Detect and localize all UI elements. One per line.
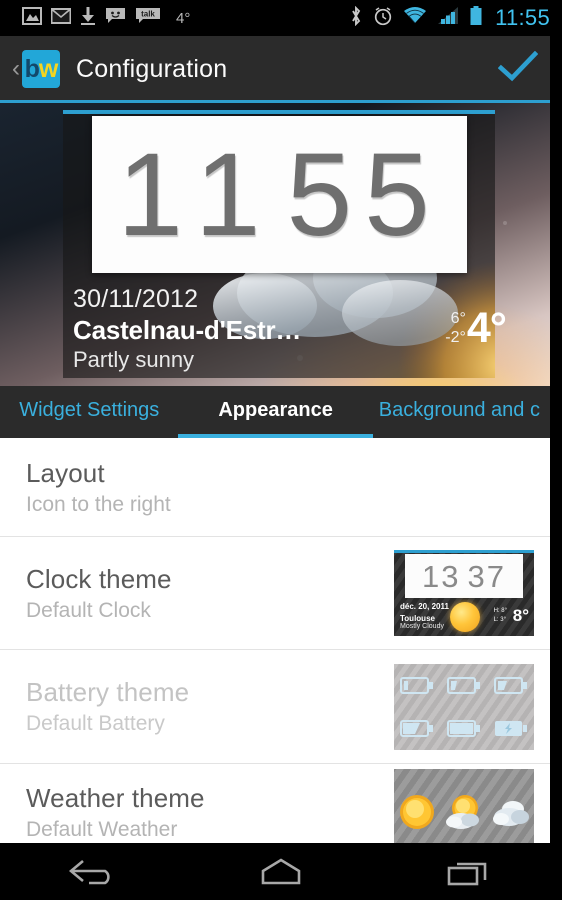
thumb-clock-minute: 37 [467, 558, 506, 594]
battery-icon [469, 5, 483, 31]
layout-subtitle: Icon to the right [26, 492, 171, 516]
battery-theme-text: Battery theme Default Battery [26, 677, 394, 736]
thumb-high-value: 8° [501, 608, 507, 614]
home-icon [261, 857, 301, 884]
battery-theme-title: Battery theme [26, 677, 190, 707]
signal-icon [437, 6, 459, 30]
status-bar-system: 11:55 [349, 5, 562, 31]
thumb-low-label: L: [493, 617, 499, 623]
battery-full-icon [446, 719, 480, 737]
widget-temp-high: 6° [450, 310, 466, 328]
app-logo-w: w [38, 54, 58, 83]
thumb-current-temp: 8° [512, 606, 529, 625]
battery-high-icon [400, 719, 434, 737]
thumb-low-value: 3° [500, 617, 507, 623]
status-clock: 11:55 [495, 5, 550, 30]
tab-widget-settings[interactable]: Widget Settings [0, 386, 178, 438]
clock-hour-ones: 1 [194, 128, 273, 261]
thumb-date: déc. 20, 2011 [400, 602, 449, 611]
thumb-high-label: H: [493, 608, 500, 614]
gmail-icon [51, 7, 71, 29]
clock-theme-subtitle: Default Clock [26, 598, 151, 622]
page-title: Configuration [76, 54, 228, 83]
partly-cloudy-icon [445, 795, 479, 829]
app-logo-icon[interactable]: bw [22, 50, 60, 88]
thumb-condition: Mostly Cloudy [400, 623, 444, 630]
settings-list[interactable]: Layout Icon to the right Clock theme Def… [0, 438, 550, 843]
cloudy-icon [492, 801, 529, 826]
widget-accent-line [63, 110, 495, 114]
clock-theme-title: Clock theme [26, 563, 172, 594]
system-nav-bar [0, 843, 562, 900]
talk-icon: talk [135, 7, 161, 29]
widget-location: Castelnau-d'Estr… [73, 315, 302, 345]
battery-icon-grid [394, 664, 534, 750]
widget-date: 30/11/2012 [73, 285, 199, 313]
svg-text:talk: talk [141, 10, 155, 19]
widget-clock-digits: 1155 [117, 136, 442, 254]
layout-title: Layout [26, 457, 105, 488]
recents-icon [448, 862, 487, 885]
action-bar: ‹ bw Configuration [0, 36, 562, 102]
weather-theme-title: Weather theme [26, 782, 205, 813]
weather-theme-text: Weather theme Default Weather [26, 783, 394, 842]
battery-medium-icon [493, 676, 527, 694]
clock-theme-text: Clock theme Default Clock [26, 564, 394, 623]
bluetooth-icon [349, 5, 363, 31]
widget-clock-card: 1155 [92, 116, 467, 273]
list-item-weather-theme[interactable]: Weather theme Default Weather [0, 764, 550, 843]
thumb-sun-icon [450, 602, 480, 632]
clock-minute-ones: 5 [364, 128, 442, 261]
widget-high-low: 6° -2° [445, 310, 466, 347]
battery-charging-icon [494, 720, 527, 736]
thumb-clock-card: 13 37 [405, 554, 523, 598]
list-item-layout[interactable]: Layout Icon to the right [0, 438, 550, 537]
back-icon [68, 859, 110, 884]
clock-theme-thumbnail[interactable]: 13 37 déc. 20, 2011 Toulouse Mostly Cloud… [394, 550, 534, 636]
clock-minute-tens: 5 [286, 128, 365, 261]
gallery-icon [22, 6, 42, 30]
tab-background-and-colors[interactable]: Background and c [373, 386, 550, 438]
list-item-battery-theme[interactable]: Battery theme Default Battery [0, 650, 550, 764]
battery-low-icon [446, 676, 480, 694]
weather-theme-thumbnail[interactable] [394, 769, 534, 843]
status-bar: talk 4° 11:55 [0, 0, 562, 36]
sunny-icon [400, 795, 435, 829]
widget-weather-text: 30/11/2012 Castelnau-d'Estr… Partly sunn… [73, 285, 301, 373]
widget-temperatures: 6° -2° 4° [445, 304, 507, 352]
widget-condition: Partly sunny [73, 347, 195, 372]
tab-bar: Widget Settings Appearance Background an… [0, 386, 550, 438]
screen-right-gutter [550, 36, 562, 843]
nav-home-button[interactable] [226, 843, 336, 900]
thumb-high-low: H: 8° L: 3° [494, 607, 507, 625]
thumb-city: Toulouse [400, 614, 435, 623]
battery-empty-icon [400, 676, 434, 694]
weather-icon-row [394, 769, 534, 843]
layout-text: Layout Icon to the right [26, 458, 534, 517]
status-temperature: 4° [176, 9, 191, 27]
messaging-icon [105, 7, 126, 29]
status-bar-notifications: talk 4° [0, 6, 191, 30]
thumb-accent-line [394, 550, 534, 553]
widget-temp-current: 4° [466, 304, 507, 352]
wifi-icon [403, 6, 427, 30]
list-item-clock-theme[interactable]: Clock theme Default Clock 13 37 déc. 20, … [0, 537, 550, 650]
app-logo-b: b [24, 54, 40, 83]
battery-theme-thumbnail[interactable] [394, 663, 534, 750]
nav-recents-button[interactable] [413, 843, 523, 900]
clock-hour-tens: 1 [117, 128, 195, 261]
tab-appearance[interactable]: Appearance [178, 386, 373, 438]
android-screen: talk 4° 11:55 ‹ bw Configuration 1 1 5 5… [0, 0, 562, 900]
thumb-clock-digits: 13 37 [422, 561, 506, 592]
nav-back-button[interactable] [39, 843, 149, 900]
up-chevron-icon[interactable]: ‹ [0, 57, 22, 81]
weather-theme-subtitle: Default Weather [26, 817, 178, 841]
download-icon [80, 6, 96, 30]
thumb-clock-hour: 13 [422, 558, 461, 594]
widget-temp-low: -2° [445, 328, 466, 346]
alarm-icon [373, 6, 393, 31]
battery-theme-subtitle: Default Battery [26, 712, 165, 735]
